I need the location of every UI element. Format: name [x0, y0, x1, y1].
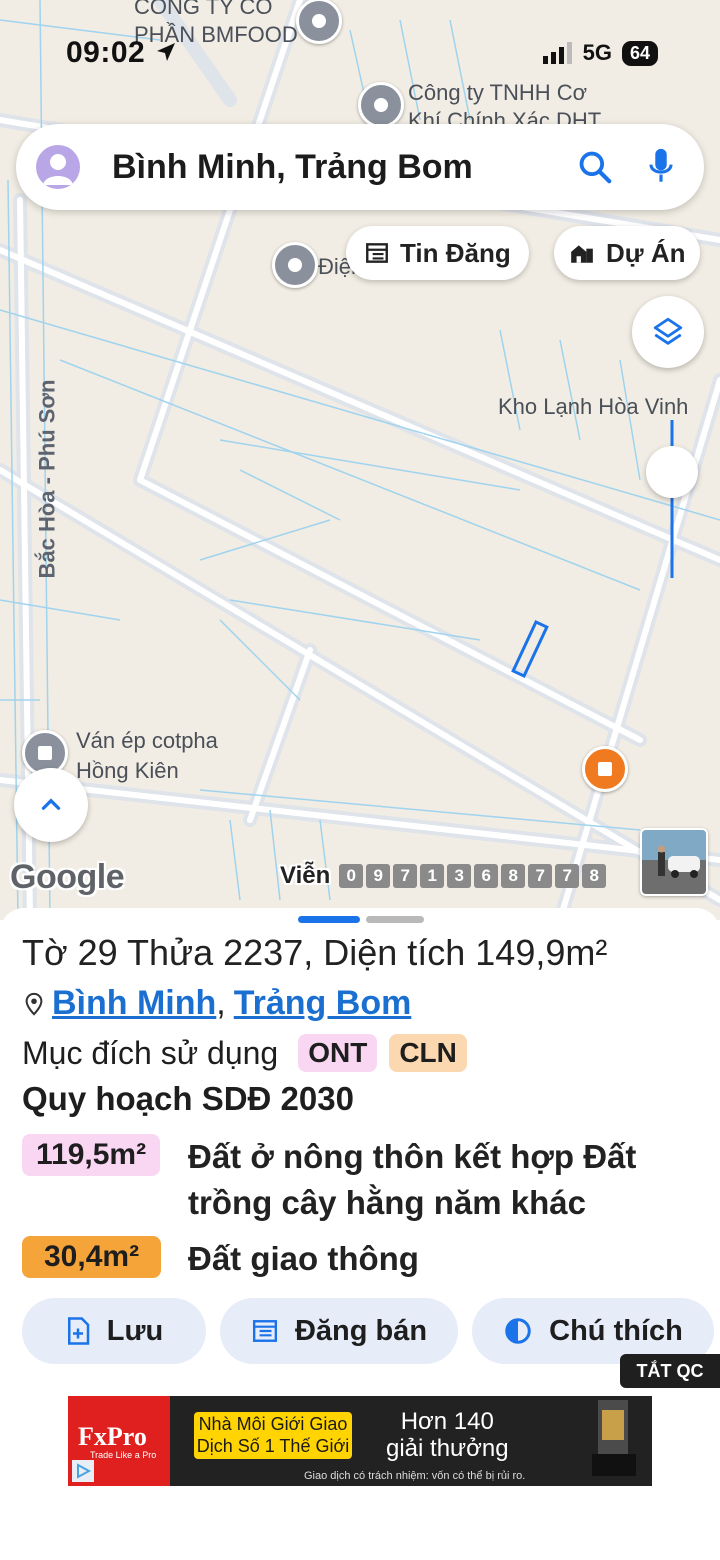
legend-button-label: Chú thích [549, 1314, 683, 1347]
land-code-badge: CLN [389, 1034, 467, 1072]
scale-digit: 8 [501, 864, 526, 888]
search-bar[interactable]: Bình Minh, Trảng Bom [16, 124, 704, 210]
status-bar: 09:02 5G 64 [0, 0, 720, 100]
scale-digit: 7 [555, 864, 580, 888]
scale-digit: 7 [528, 864, 553, 888]
listing-icon [366, 243, 388, 263]
cafe-pin-icon[interactable] [582, 746, 628, 792]
ad-banner[interactable]: FxPro Trade Like a Pro Nhà Môi Giới Giao… [68, 1396, 652, 1486]
user-icon [43, 154, 73, 185]
location-pin-icon [25, 992, 43, 1016]
parcel-title: Tờ 29 Thửa 2237, Diện tích 149,9m² [22, 932, 608, 973]
contrast-icon [505, 1318, 531, 1344]
microphone-icon[interactable] [646, 146, 676, 186]
chevron-up-icon [41, 798, 61, 810]
scale-digit: 6 [474, 864, 499, 888]
slider-knob[interactable] [646, 446, 698, 498]
land-use-purpose: Mục đích sử dụng ONT CLN [22, 1034, 467, 1072]
network-type: 5G [582, 40, 612, 65]
listings-chip-label: Tin Đăng [400, 237, 511, 268]
location-separator: , [216, 984, 226, 1022]
listing-icon [252, 1320, 277, 1342]
ad-award-text: Hơn 140 giải thưởng [386, 1408, 509, 1462]
place-pin-icon[interactable] [272, 242, 318, 288]
map-label-shop: Ván ép cotpha [76, 728, 218, 753]
layers-button[interactable] [632, 296, 704, 368]
clock: 09:02 [66, 36, 178, 70]
parcel-info-sheet: Tờ 29 Thửa 2237, Diện tích 149,9m² Bình … [0, 908, 720, 1560]
trophy-icon [592, 1400, 636, 1476]
zone-description: Đất ở nông thôn kết hợp Đất trồng cây hằ… [188, 1138, 637, 1221]
listings-chip[interactable]: Tin Đăng [346, 226, 529, 280]
land-code-badge: ONT [298, 1034, 378, 1072]
battery-icon: 64 [621, 40, 658, 66]
planning-title: Quy hoạch SDĐ 2030 [22, 1080, 354, 1117]
save-button[interactable]: Lưu [22, 1298, 206, 1364]
map-label-road: Bắc Hòa - Phú Sơn [34, 379, 60, 579]
parcel-location: Bình Minh, Trảng Bom [24, 984, 411, 1023]
sheet-page-indicator[interactable] [366, 916, 424, 923]
map-label-cold-storage: Kho Lạnh Hòa Vinh [498, 394, 689, 419]
street-view-thumbnail[interactable] [640, 828, 708, 896]
expand-up-button[interactable] [14, 768, 88, 842]
add-file-icon [67, 1317, 90, 1345]
google-logo: Google [10, 858, 125, 896]
ad-brand-logo: FxPro Trade Like a Pro [68, 1396, 170, 1486]
parcel-outline [511, 620, 549, 678]
scale-digit: 9 [366, 864, 391, 888]
building-icon [571, 245, 593, 263]
signal-icon [542, 42, 572, 64]
layers-icon [653, 317, 683, 345]
car-photo-icon [642, 830, 706, 894]
projects-chip[interactable]: Dự Án [554, 226, 700, 280]
search-icon[interactable] [576, 148, 614, 186]
post-sale-button[interactable]: Đăng bán [220, 1298, 458, 1364]
zone-description: Đất giao thông [188, 1240, 419, 1277]
scale-label: Viễn [280, 862, 331, 889]
scale-digit: 8 [582, 864, 607, 888]
scale-digit: 0 [339, 864, 364, 888]
adchoices-icon[interactable] [72, 1460, 94, 1482]
projects-chip-label: Dự Án [606, 237, 686, 268]
scale-bar: Viễn 0 9 7 1 3 6 8 7 7 8 [280, 862, 607, 890]
map-label-shopb: Hồng Kiên [76, 758, 179, 783]
ad-headline: Nhà Môi Giới Giao Dịch Số 1 Thế Giới [194, 1412, 352, 1459]
scale-digit: 3 [447, 864, 472, 888]
district-link[interactable]: Trảng Bom [234, 984, 412, 1023]
search-input[interactable]: Bình Minh, Trảng Bom [112, 148, 473, 187]
location-arrow-icon [157, 43, 176, 61]
scale-digit: 1 [420, 864, 445, 888]
close-ads-button[interactable]: TẮT QC [620, 1354, 720, 1388]
save-button-label: Lưu [106, 1314, 164, 1347]
zone-area-badge: 30,4m² [22, 1236, 162, 1278]
avatar[interactable] [36, 145, 80, 189]
purpose-label: Mục đích sử dụng [22, 1034, 279, 1071]
ad-disclaimer: Giao dịch có trách nhiệm: vốn có thể bị … [304, 1470, 526, 1482]
sheet-page-indicator-active[interactable] [298, 916, 360, 923]
ward-link[interactable]: Bình Minh [52, 984, 216, 1023]
scale-digit: 7 [393, 864, 418, 888]
post-sale-button-label: Đăng bán [294, 1314, 428, 1347]
zone-area-badge: 119,5m² [22, 1134, 161, 1176]
